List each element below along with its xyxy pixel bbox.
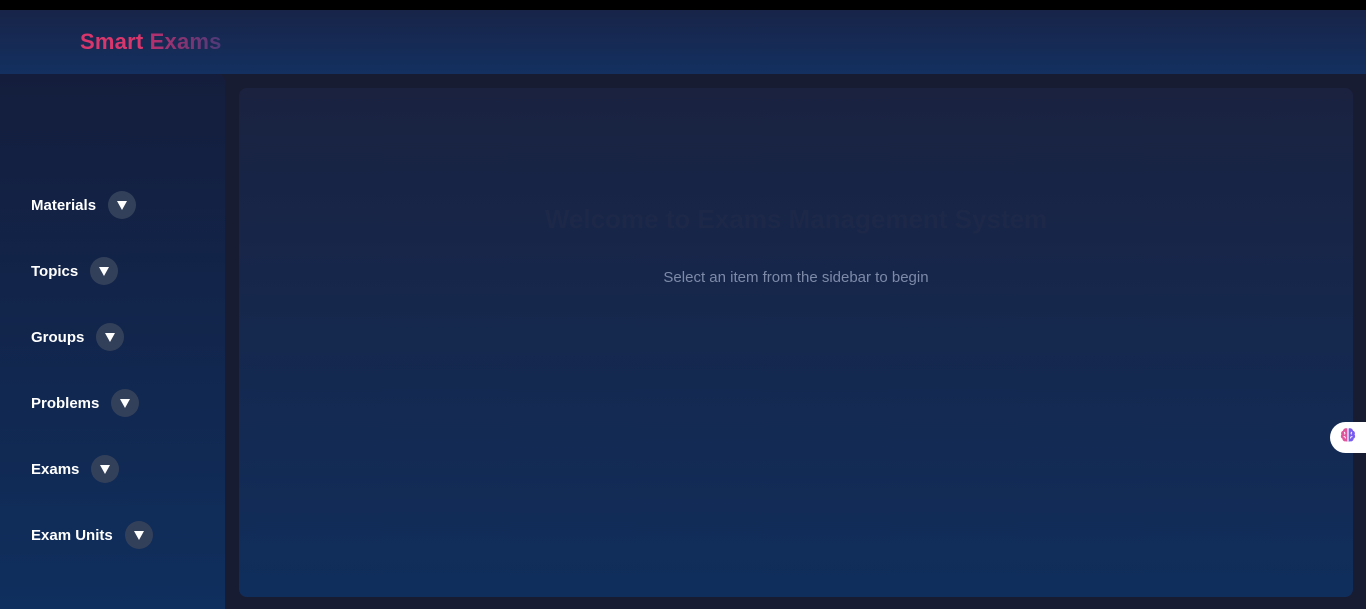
sidebar-item-label: Exam Units: [31, 526, 113, 544]
page-title: Welcome to Exams Management System: [544, 204, 1048, 234]
chevron-down-icon[interactable]: [108, 191, 137, 219]
brand-word-exams: Exams: [149, 29, 222, 54]
chevron-down-icon[interactable]: [96, 323, 125, 351]
sidebar-item-label: Problems: [31, 394, 100, 412]
sidebar-item-label: Topics: [31, 262, 79, 280]
sidebar-item-groups[interactable]: Groups: [31, 323, 125, 351]
sidebar-item-materials[interactable]: Materials: [31, 191, 137, 219]
window-top-strip: [0, 0, 1366, 10]
sidebar-item-topics[interactable]: Topics: [31, 257, 119, 285]
welcome-subtitle: Select an item from the sidebar to begin: [663, 269, 929, 286]
brand-logo[interactable]: Smart Exams: [80, 29, 222, 55]
sidebar-item-label: Materials: [31, 196, 97, 214]
chevron-down-icon[interactable]: [124, 521, 153, 549]
sidebar: Materials Topics Groups Problems Exams E…: [0, 74, 225, 609]
chevron-down-icon[interactable]: [90, 257, 119, 285]
sidebar-item-exam-units[interactable]: Exam Units: [31, 521, 153, 549]
brain-icon: [1339, 426, 1357, 449]
sidebar-item-label: Exams: [31, 460, 80, 478]
app-header: Smart Exams: [0, 10, 1366, 74]
sidebar-item-problems[interactable]: Problems: [31, 389, 140, 417]
assistant-extension-button[interactable]: [1330, 422, 1366, 453]
sidebar-item-label: Groups: [31, 328, 85, 346]
chevron-down-icon[interactable]: [91, 455, 120, 483]
main-content-panel: Welcome to Exams Management System Selec…: [239, 88, 1353, 597]
brand-word-smart: Smart: [80, 29, 144, 54]
chevron-down-icon[interactable]: [111, 389, 140, 417]
sidebar-item-exams[interactable]: Exams: [31, 455, 120, 483]
